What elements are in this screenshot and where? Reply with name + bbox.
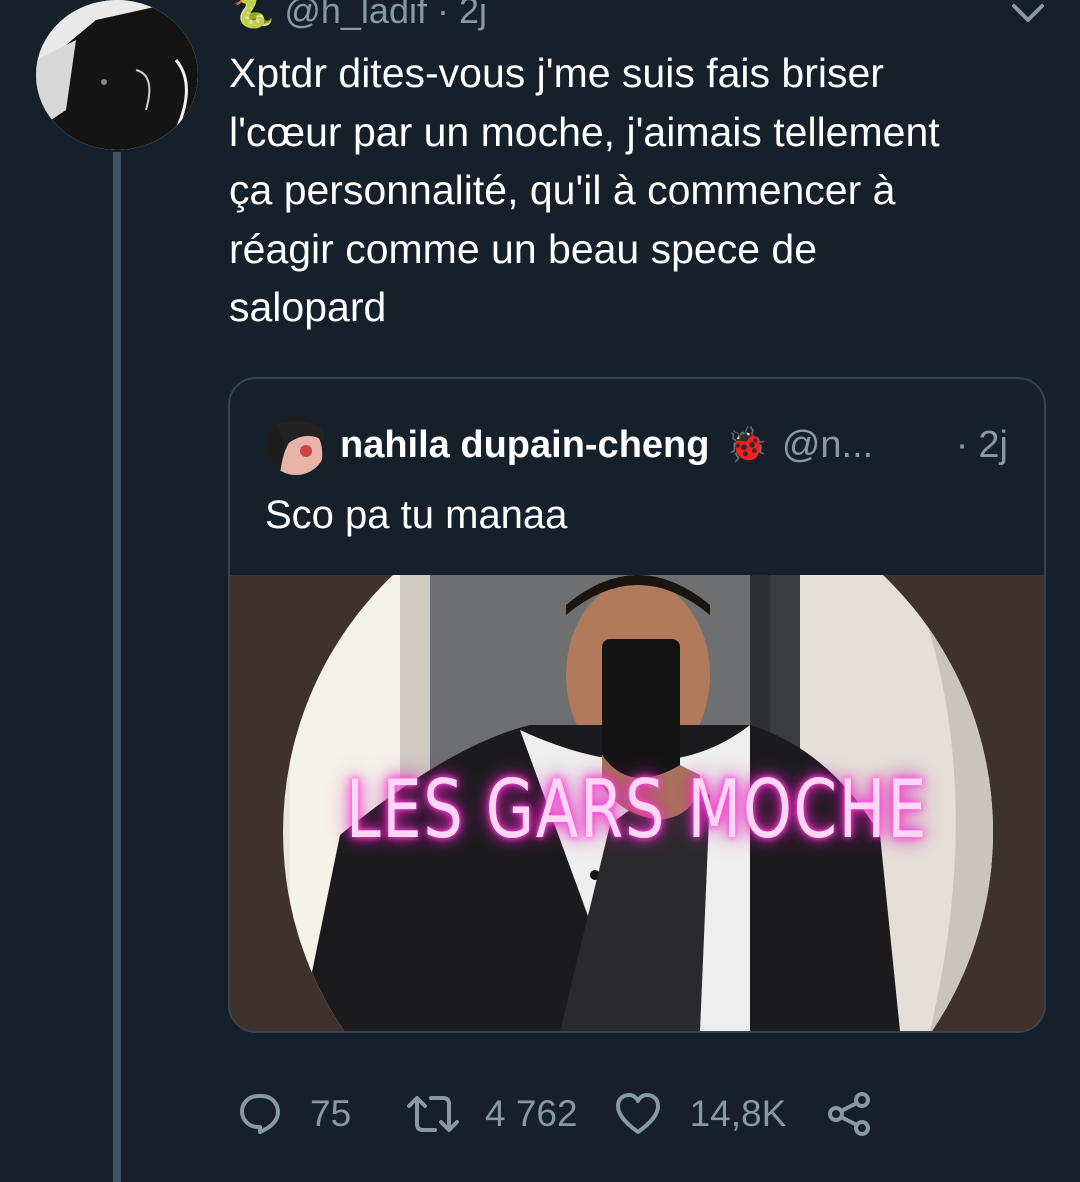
tweet-text-line: l'cœur par un moche, j'aimais tellement (229, 108, 940, 155)
quoted-time-group: · 2j (956, 417, 1008, 473)
tweet-screen: 🐍 @h_ladif · 2j Xptdr dites-vous j'me su… (0, 0, 1080, 1182)
chevron-down-icon[interactable] (1006, 0, 1050, 28)
tweet-header: 🐍 @h_ladif · 2j (232, 0, 487, 36)
quoted-time[interactable]: 2j (978, 424, 1008, 467)
like-button[interactable]: 14,8K (614, 1090, 787, 1138)
share-button[interactable] (826, 1090, 874, 1138)
quoted-author-avatar[interactable] (266, 415, 326, 475)
quoted-author-handle[interactable]: @n... (782, 424, 873, 467)
tweet-text-line: Xptdr dites-vous j'me suis fais briser (229, 50, 884, 96)
quoted-media[interactable]: LES GARS MOCHE (230, 575, 1044, 1031)
share-icon (826, 1090, 874, 1138)
author-avatar[interactable] (36, 0, 198, 150)
like-count: 14,8K (689, 1093, 787, 1134)
quoted-text: Sco pa tu manaa (265, 493, 568, 537)
quoted-tweet[interactable]: nahila dupain-cheng 🐞 @n... · 2j Sco pa … (228, 377, 1046, 1033)
tweet-text-line: ça personnalité, qu'il à commencer à (229, 167, 896, 213)
quoted-author-name[interactable]: nahila dupain-cheng (340, 424, 709, 467)
retweet-count: 4 762 (485, 1093, 578, 1134)
ladybug-emoji: 🐞 (725, 426, 768, 464)
like-icon (614, 1090, 662, 1138)
quoted-header: nahila dupain-cheng 🐞 @n... (340, 417, 873, 473)
tweet-text: Xptdr dites-vous j'me suis fais briser l… (229, 44, 1049, 337)
tweet-text-line: salopard (229, 284, 387, 330)
thread-line (113, 152, 121, 1182)
author-handle[interactable]: @h_ladif (284, 0, 427, 32)
image-caption: LES GARS MOCHE (345, 763, 929, 856)
quoted-separator: · (955, 423, 969, 466)
retweet-button[interactable]: 4 762 (405, 1090, 578, 1138)
reply-count: 75 (310, 1093, 352, 1134)
tweet-time[interactable]: 2j (459, 0, 487, 32)
header-separator: · (436, 0, 449, 31)
retweet-icon (405, 1090, 461, 1138)
tweet-text-line: réagir comme un beau spece de (229, 225, 818, 272)
snake-emoji: 🐍 (232, 0, 275, 30)
reply-button[interactable]: 75 (236, 1090, 405, 1138)
action-bar: 75 4 762 14,8K (236, 1086, 874, 1142)
reply-icon (236, 1090, 284, 1138)
